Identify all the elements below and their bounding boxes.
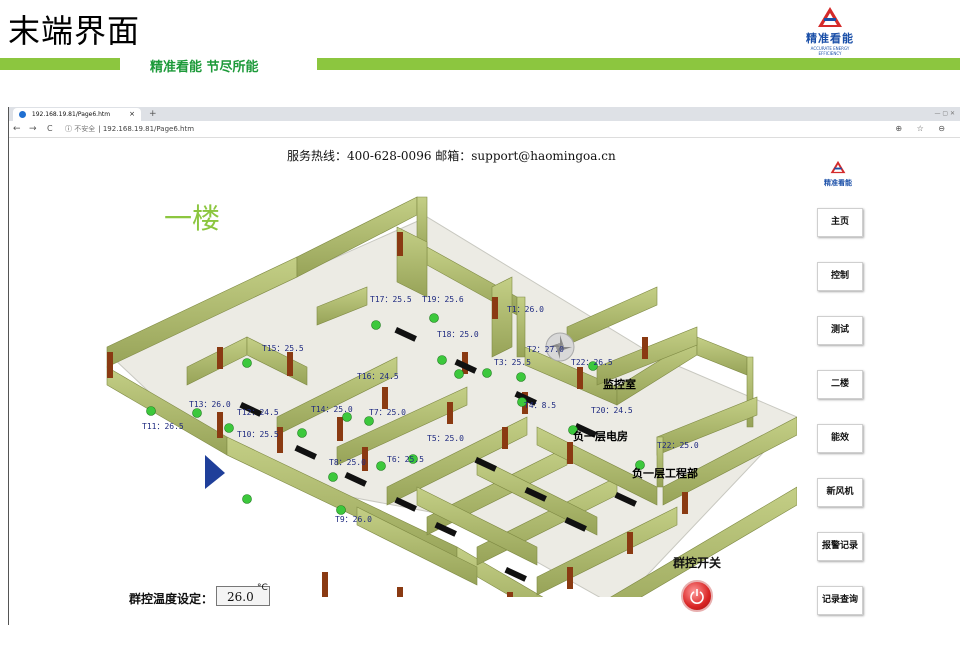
power-icon [690, 589, 704, 604]
sensor-label: T5：25.0 [427, 434, 464, 443]
toolbar-icons[interactable]: ⊕ ☆ ⊖ [895, 121, 951, 137]
browser-tab[interactable]: 192.168.19.81/Page6.htm × [13, 108, 141, 121]
menu-button-1[interactable]: 主页 [817, 208, 863, 237]
group-temp-label: 群控温度设定： [129, 592, 214, 606]
sensor-label: T16：24.5 [357, 372, 399, 381]
sensor-status-dot[interactable] [376, 461, 386, 471]
sensor-label: T22：25.0 [657, 441, 699, 450]
favicon-icon [19, 111, 26, 118]
sensor-label: T9：26.0 [335, 515, 372, 524]
menu-button-6[interactable]: 新风机 [817, 478, 863, 507]
sensor-status-dot[interactable] [342, 412, 352, 422]
sensor-status-dot[interactable] [454, 369, 464, 379]
tab-strip: 192.168.19.81/Page6.htm × + — ▢ ✕ [9, 107, 960, 121]
room-label: 监控室 [603, 377, 636, 391]
tab-close-icon[interactable]: × [129, 108, 135, 121]
sensor-label: T22：26.5 [571, 358, 613, 367]
sensor-label: T13：26.0 [189, 400, 231, 409]
brand-logo: 精准看能 ACCURATE ENERGY EFFICIENCY [800, 6, 860, 56]
group-power-button[interactable] [681, 580, 713, 612]
room-label: 负一层工程部 [632, 466, 698, 480]
sensor-label: T20：24.5 [591, 406, 633, 415]
menu-button-3[interactable]: 测试 [817, 316, 863, 345]
sensor-status-dot[interactable] [482, 368, 492, 378]
sensor-label: T18：25.0 [437, 330, 479, 339]
sensor-status-dot[interactable] [516, 372, 526, 382]
sensor-status-dot[interactable] [328, 472, 338, 482]
forward-icon[interactable]: → [29, 121, 37, 137]
browser-window: 192.168.19.81/Page6.htm × + — ▢ ✕ ← → C … [8, 107, 960, 625]
security-indicator: 不安全 [74, 125, 96, 133]
new-tab-button[interactable]: + [149, 107, 157, 121]
sensor-label: T2：27.0 [527, 345, 564, 354]
menu-logo-text: 精准看能 [824, 179, 852, 187]
sensor-status-dot[interactable] [437, 355, 447, 365]
menu-button-7[interactable]: 报警记录 [817, 532, 863, 561]
group-switch-label: 群控开关 [673, 556, 722, 570]
sensor-label: T7：25.0 [369, 408, 406, 417]
sensor-label: T15：25.5 [262, 344, 304, 353]
sensor-status-dot[interactable] [371, 320, 381, 330]
menu-button-4[interactable]: 二楼 [817, 370, 863, 399]
menu-button-2[interactable]: 控制 [817, 262, 863, 291]
header-bar-right [317, 58, 960, 70]
menu-logo-icon [830, 160, 846, 174]
url-text: 192.168.19.81/Page6.htm [102, 125, 195, 133]
brand-subtitle: ACCURATE ENERGY EFFICIENCY [810, 46, 850, 56]
slogan: 精准看能 节尽所能 [150, 60, 259, 75]
slide-title: 末端界面 [8, 12, 141, 50]
sensor-label: T6：25.5 [387, 455, 424, 464]
sensor-status-dot[interactable] [146, 406, 156, 416]
room-label: 负一层电房 [573, 429, 628, 443]
header-bar-left [0, 58, 120, 70]
menu-button-8[interactable]: 记录查询 [817, 586, 863, 615]
sensor-status-dot[interactable] [364, 416, 374, 426]
sensor-label: T17：25.5 [370, 295, 412, 304]
sensor-label: T10：25.5 [237, 430, 279, 439]
sensor-status-dot[interactable] [242, 358, 252, 368]
stair-icon [205, 455, 225, 489]
info-icon[interactable]: ⓘ [65, 125, 72, 133]
temp-unit: °C [257, 583, 268, 593]
sensor-status-dot[interactable] [242, 494, 252, 504]
sensor-label: T1：26.0 [507, 305, 544, 314]
sensor-status-dot[interactable] [336, 505, 346, 515]
sensor-status-dot[interactable] [297, 428, 307, 438]
brand-logo-icon [818, 7, 842, 27]
sensor-status-dot[interactable] [429, 313, 439, 323]
window-controls[interactable]: — ▢ ✕ [934, 107, 955, 121]
service-hotline: 服务热线：400-628-0096 邮箱：support@haomingoa.c… [287, 149, 616, 163]
menu-button-5[interactable]: 能效 [817, 424, 863, 453]
sensor-label: T4：8.5 [524, 401, 556, 410]
sensor-label: T8：25.0 [329, 458, 366, 467]
navigation-bar: ← → C ⓘ 不安全 | 192.168.19.81/Page6.htm ⊕ ☆… [9, 121, 960, 138]
address-bar[interactable]: ⓘ 不安全 | 192.168.19.81/Page6.htm [65, 121, 194, 137]
menu-logo: 精准看能 [817, 159, 859, 187]
sensor-label: T3：25.5 [494, 358, 531, 367]
sensor-status-dot[interactable] [224, 423, 234, 433]
tab-title: 192.168.19.81/Page6.htm [31, 111, 111, 118]
sensor-label: T11：26.5 [142, 422, 184, 431]
floor-map: T1：26.0 T2：27.0 T3：25.5 T4：8.5 T5：25.0 T6：25.… [106, 196, 797, 597]
sensor-status-dot[interactable] [192, 408, 202, 418]
brand-name: 精准看能 [806, 32, 854, 45]
reload-icon[interactable]: C [47, 121, 53, 137]
sensor-label: T19：25.6 [422, 295, 464, 304]
back-icon[interactable]: ← [13, 121, 21, 137]
sensor-label: T12：24.5 [237, 408, 279, 417]
